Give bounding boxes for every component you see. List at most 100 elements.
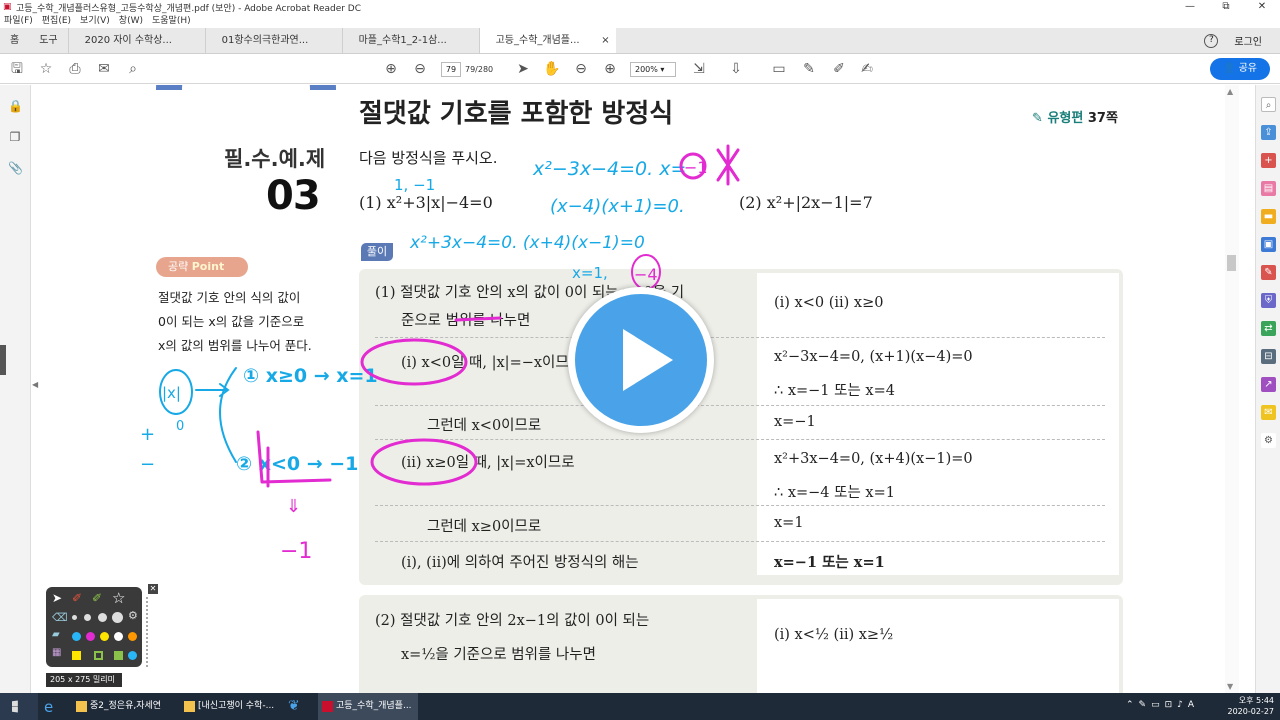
system-tray-icons[interactable]: ⌃✎▭⊡♪A — [1126, 700, 1199, 710]
taskbar-item[interactable]: [내신고챙이 수학-... — [180, 693, 274, 720]
reference-link[interactable]: ✎ 유형편 37쪽 — [1032, 107, 1118, 126]
taskbar: e 중2_정은유,자세연 [내신고챙이 수학-... ❦ 고등_수학_개념플..… — [0, 693, 1280, 720]
page-number-input[interactable]: 79 — [441, 62, 461, 77]
clock[interactable]: 오후 5:44 2020-02-27 — [1228, 695, 1275, 717]
doc-tab-active[interactable]: 고등_수학_개념플... × — [478, 28, 616, 53]
scroll-down-icon[interactable]: ▼ — [1227, 682, 1233, 691]
settings-gear-icon[interactable]: ⚙ — [128, 609, 138, 622]
zoom-in-icon[interactable]: ⊕ — [601, 60, 619, 78]
zoom-select[interactable]: 200% ▾ — [630, 62, 676, 77]
lock-icon[interactable]: 🔒 — [8, 99, 23, 113]
send-track-icon[interactable]: ✉ — [1261, 405, 1276, 420]
point-badge-word: 공략 — [168, 260, 189, 273]
tab-home[interactable]: 홈 — [0, 28, 29, 53]
pointer-tool-icon[interactable]: ➤ — [52, 591, 62, 605]
combine-files-icon[interactable]: ▣ — [1261, 237, 1276, 252]
organize-pages-icon[interactable]: ⇄ — [1261, 321, 1276, 336]
prev-page-icon[interactable]: ⊕ — [382, 60, 400, 78]
hand-tool-icon[interactable]: ✋ — [543, 60, 561, 78]
shape-tool-icon[interactable]: ▰ — [52, 629, 60, 640]
tab-tools[interactable]: 도구 — [29, 28, 67, 53]
save-icon[interactable]: 🖫 — [8, 60, 26, 78]
fill-swatch-solid-green[interactable] — [114, 651, 123, 660]
fit-page-icon[interactable]: ⇲ — [690, 60, 708, 78]
vertical-scrollbar[interactable]: ▲ ▼ — [1225, 85, 1239, 693]
divider — [375, 505, 1105, 506]
pane-resize-handle[interactable] — [0, 345, 6, 375]
color-swatch-yellow[interactable] — [100, 632, 109, 641]
edit-pdf-icon[interactable]: ▤ — [1261, 181, 1276, 196]
bird-app-icon[interactable]: ❦ — [288, 698, 300, 714]
close-button[interactable]: ✕ — [1244, 0, 1280, 14]
pen-tool-icon[interactable]: ✐ — [72, 591, 82, 605]
sign-icon[interactable]: ✍ — [858, 60, 876, 78]
print-icon[interactable]: ⎙ — [66, 60, 84, 78]
fill-swatch-blue[interactable] — [128, 651, 137, 660]
email-icon[interactable]: ✉ — [95, 60, 113, 78]
menu-view[interactable]: 보기(V) — [80, 14, 110, 28]
color-swatch-blue[interactable] — [72, 632, 81, 641]
eraser-tool-icon[interactable]: ⌫ — [52, 611, 68, 624]
collapse-left-icon[interactable]: ◀ — [32, 380, 38, 389]
bookmark-star-icon[interactable]: ☆ — [37, 60, 55, 78]
menu-window[interactable]: 창(W) — [119, 14, 143, 28]
next-page-icon[interactable]: ⊖ — [411, 60, 429, 78]
tip-text-line: 0이 되는 x의 값을 기준으로 — [158, 314, 305, 329]
color-swatch-magenta[interactable] — [86, 632, 95, 641]
doc-tab[interactable]: 01항수의극한과연... — [204, 28, 342, 53]
comment-icon[interactable]: ▭ — [770, 60, 788, 78]
scroll-thumb[interactable] — [1227, 255, 1236, 271]
redact-icon[interactable]: ⊟ — [1261, 349, 1276, 364]
scroll-mode-icon[interactable]: ⇩ — [727, 60, 745, 78]
search-icon[interactable]: ⌕ — [124, 60, 142, 78]
size-medium-swatch[interactable] — [84, 614, 91, 621]
taskbar-item-active[interactable]: 고등_수학_개념플... — [318, 693, 418, 720]
taskbar-item[interactable]: 중2_정은유,자세연 — [72, 693, 161, 720]
solution-right-column — [757, 599, 1119, 693]
menu-edit[interactable]: 편집(E) — [42, 14, 71, 28]
video-play-button[interactable] — [568, 287, 714, 433]
color-swatch-orange[interactable] — [128, 632, 137, 641]
page-size-label: 205 x 275 밀리미터 — [46, 673, 122, 698]
size-xlarge-swatch[interactable] — [112, 612, 123, 623]
fill-swatch-green[interactable] — [94, 651, 103, 660]
solution-1-final-answer: x=−1 또는 x=1 — [774, 554, 885, 571]
minimize-button[interactable]: — — [1172, 0, 1208, 14]
size-small-swatch[interactable] — [72, 615, 77, 620]
start-button[interactable] — [0, 693, 38, 720]
export-pdf-icon[interactable]: ⇪ — [1261, 125, 1276, 140]
login-link[interactable]: 로그인 — [1234, 33, 1262, 48]
size-large-swatch[interactable] — [98, 613, 107, 622]
screen-tool-icon[interactable]: ▦ — [52, 647, 61, 658]
fill-sign-icon[interactable]: ✎ — [1261, 265, 1276, 280]
page-thumbnails-icon[interactable]: ❐ — [8, 130, 22, 144]
highlight-pen-icon[interactable]: ✎ — [800, 60, 818, 78]
menu-file[interactable]: 파일(F) — [4, 14, 33, 28]
protect-icon[interactable]: ⛨ — [1261, 293, 1276, 308]
attachment-icon[interactable]: 📎 — [8, 161, 23, 175]
star-tool-icon[interactable]: ☆ — [112, 589, 125, 607]
palette-close-icon[interactable]: ✕ — [148, 584, 158, 594]
help-icon[interactable]: ? — [1204, 33, 1219, 48]
more-tools-icon[interactable]: ⚙ — [1261, 433, 1276, 448]
fill-swatch-yellow[interactable] — [72, 651, 81, 660]
doc-tab[interactable]: 마플_수학1_2-1삼... — [341, 28, 479, 53]
menu-help[interactable]: 도움말(H) — [152, 14, 191, 28]
case-2-condition: (ⅱ) x≥0일 때, |x|=x이므로 — [401, 455, 575, 471]
doc-tab[interactable]: 2020 자이 수학상... — [67, 28, 205, 53]
comment-pane-icon[interactable]: ▬ — [1261, 209, 1276, 224]
create-pdf-icon[interactable]: + — [1261, 153, 1276, 168]
color-swatch-white[interactable] — [114, 632, 123, 641]
palette-drag-grip[interactable] — [146, 597, 150, 667]
share-button[interactable]: 👤 공유 — [1210, 58, 1270, 80]
tab-close-icon[interactable]: × — [601, 28, 609, 53]
select-cursor-icon[interactable]: ➤ — [514, 60, 532, 78]
search-pane-icon[interactable]: ⌕ — [1261, 97, 1276, 112]
draw-icon[interactable]: ✐ — [830, 60, 848, 78]
maximize-button[interactable]: ⧉ — [1208, 0, 1244, 14]
ie-icon[interactable]: e — [44, 698, 53, 716]
zoom-out-icon[interactable]: ⊖ — [572, 60, 590, 78]
send-review-icon[interactable]: ↗ — [1261, 377, 1276, 392]
scroll-up-icon[interactable]: ▲ — [1227, 87, 1233, 96]
highlighter-tool-icon[interactable]: ✐ — [92, 591, 102, 605]
